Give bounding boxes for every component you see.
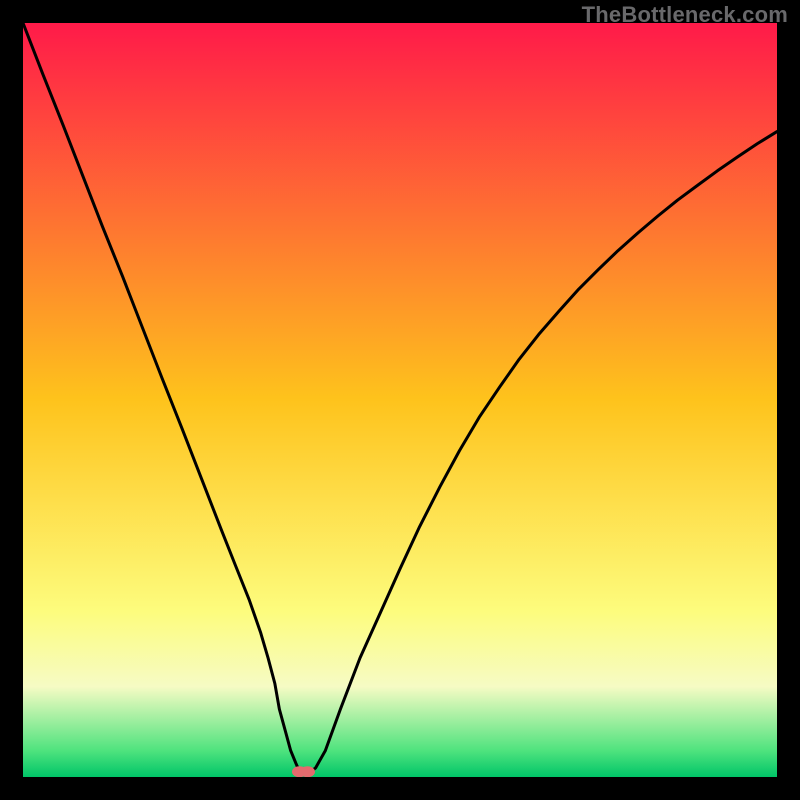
chart-background	[23, 23, 777, 777]
chart-container: TheBottleneck.com	[0, 0, 800, 800]
bottleneck-chart	[23, 23, 777, 777]
bottleneck-marker	[292, 766, 315, 777]
watermark-text: TheBottleneck.com	[582, 2, 788, 28]
